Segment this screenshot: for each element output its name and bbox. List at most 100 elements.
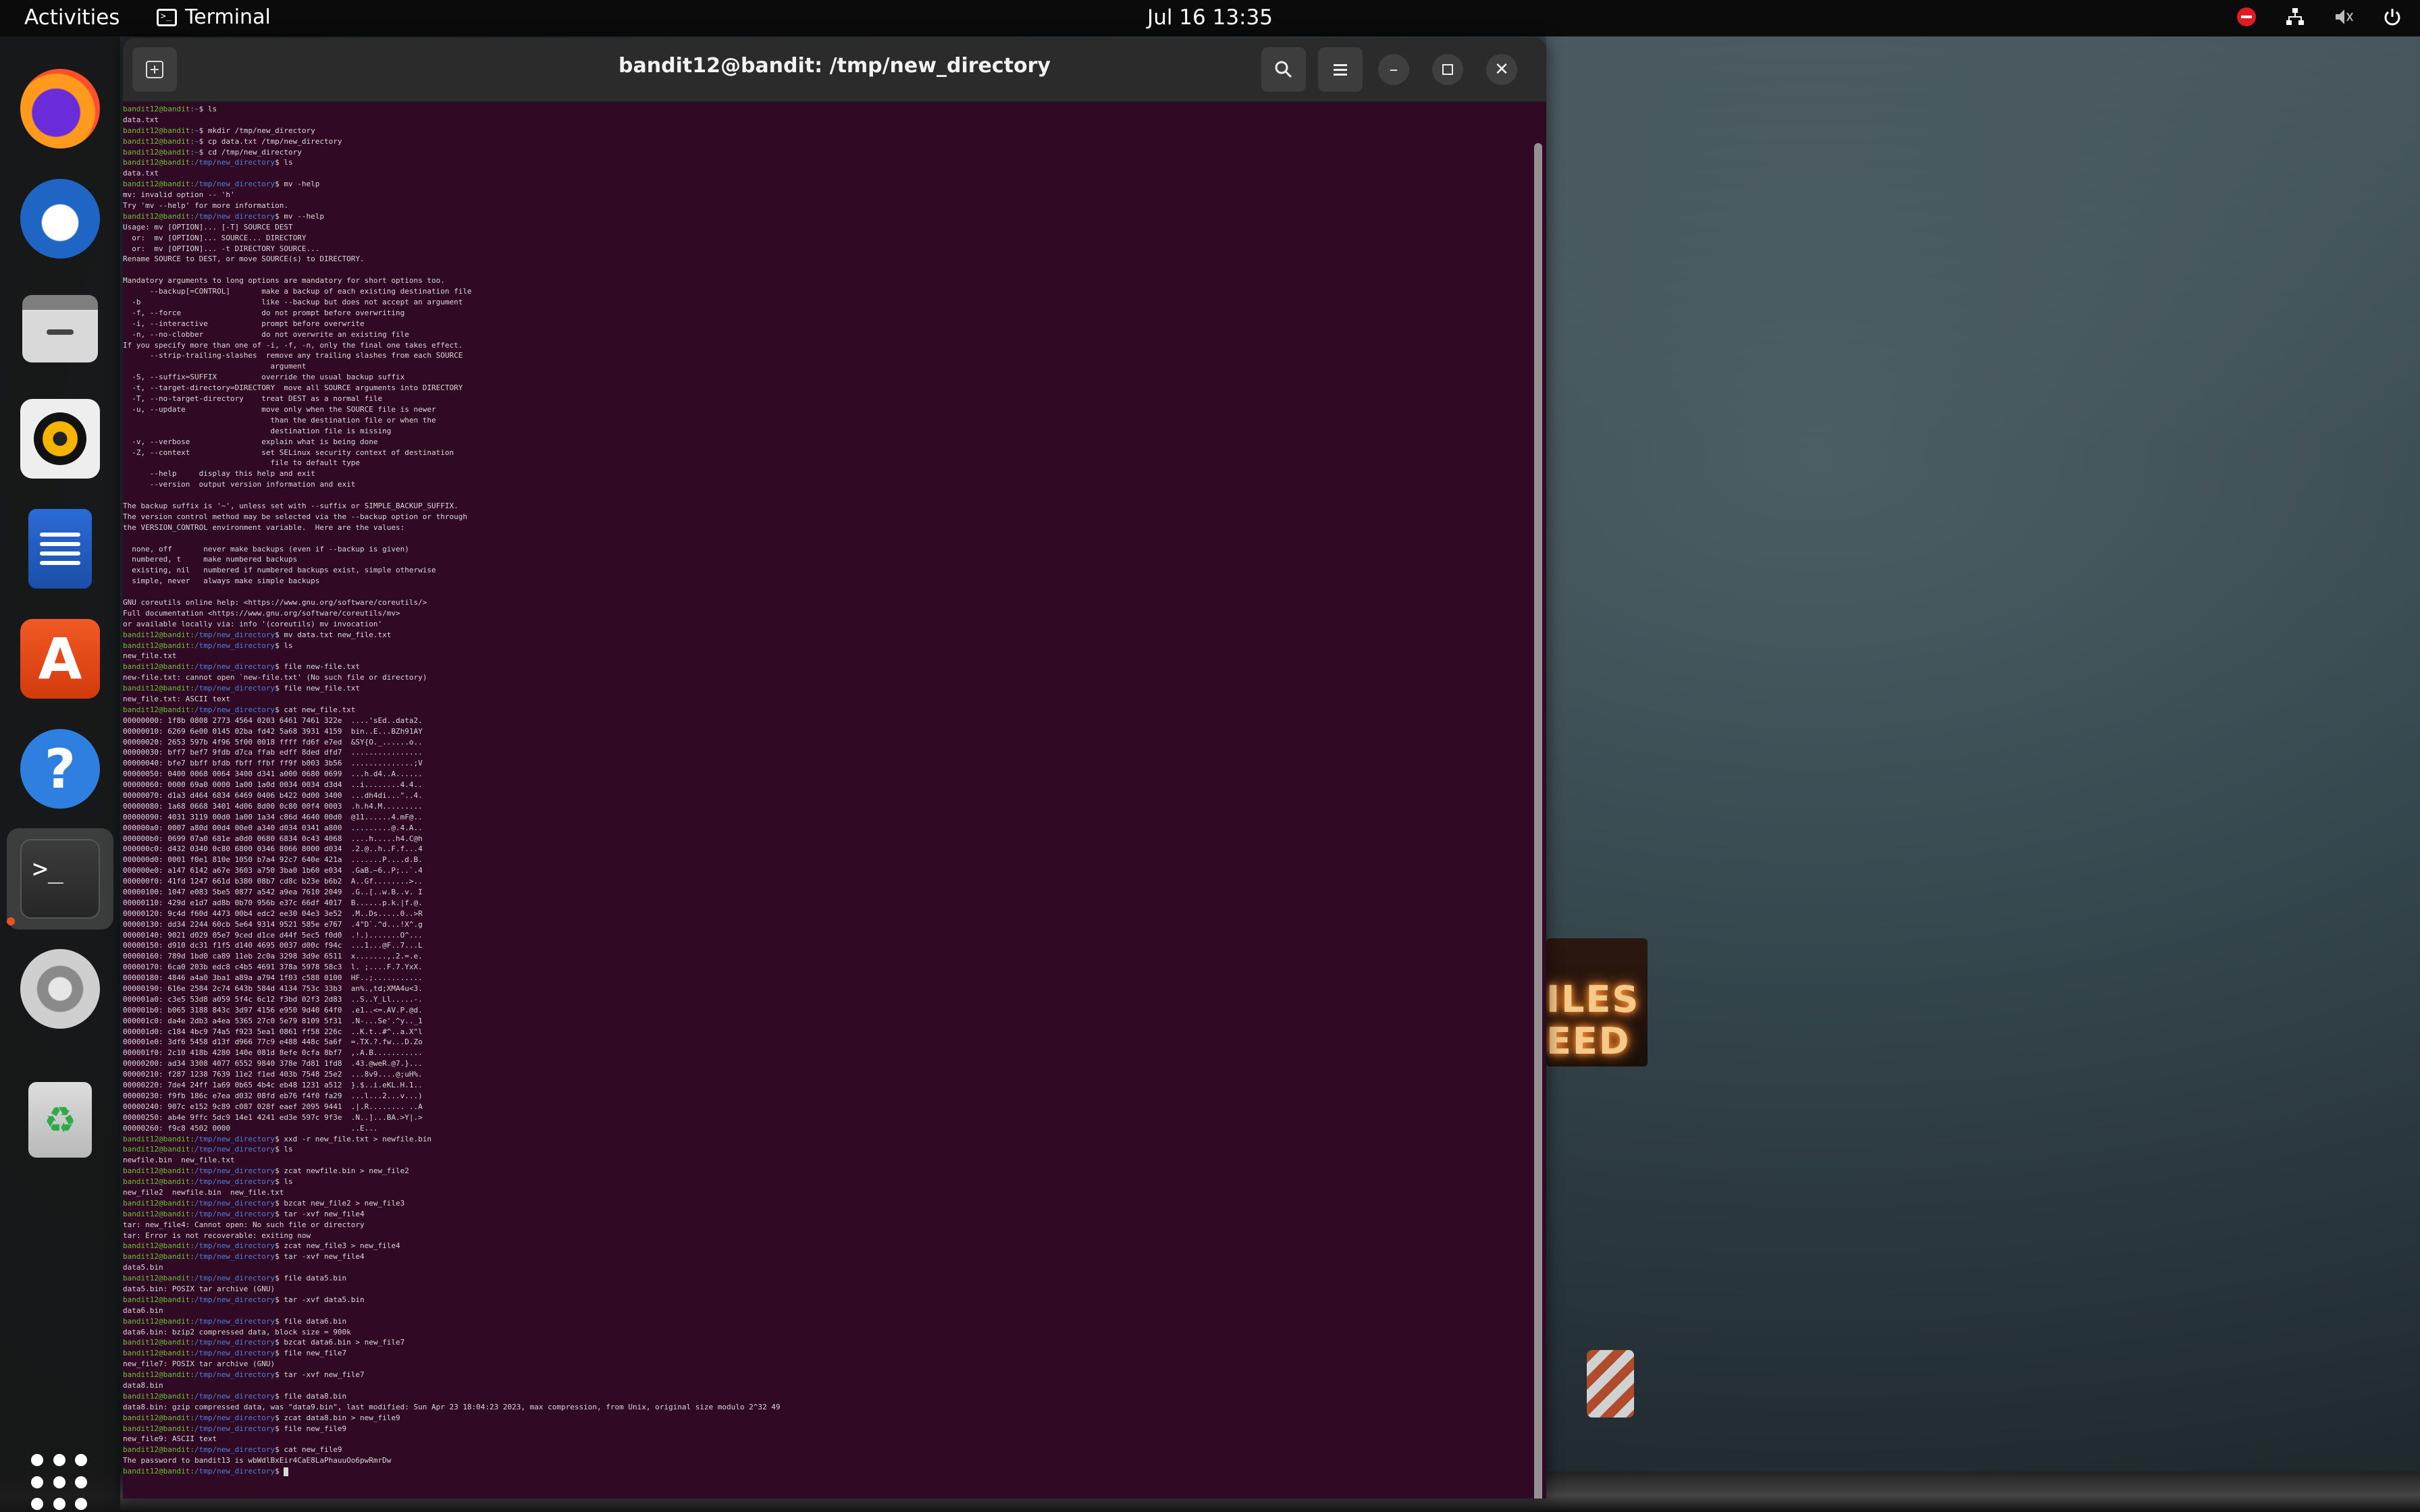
terminal-output-line: The password to bandit13 is wbWdlBxEir4C…: [123, 1456, 392, 1465]
command-text: $ mkdir /tmp/new_directory: [199, 126, 315, 135]
dock-settings[interactable]: [0, 938, 120, 1040]
command-text: $ tar -xvf new_file4: [275, 1252, 365, 1262]
terminal-output-line: data8.bin: [123, 1380, 163, 1390]
prompt-user: bandit12@bandit:: [123, 1209, 194, 1218]
window-header[interactable]: bandit12@bandit: /tmp/new_directory – ✕: [123, 38, 1546, 103]
command-text: $ mv -help: [275, 180, 320, 189]
prompt-path: /tmp/new_directory: [194, 1349, 275, 1358]
minimize-button[interactable]: –: [1378, 54, 1409, 85]
prompt-path: /tmp/new_directory: [194, 211, 275, 221]
search-button[interactable]: [1261, 47, 1306, 92]
terminal-command-line: bandit12@bandit:/tmp/new_directory$ bzca…: [123, 1337, 1535, 1348]
terminal-command-line: bandit12@bandit:/tmp/new_directory$ ls: [123, 1144, 1535, 1155]
prompt-path: ~: [194, 136, 199, 146]
do-not-disturb-icon[interactable]: [2235, 5, 2258, 28]
terminal-output-line: 00000010: 6269 6e00 0145 02ba fd42 5a68 …: [123, 726, 423, 736]
volume-muted-icon[interactable]: [2332, 5, 2355, 28]
terminal-output-line: 00000240: 907c e152 9c89 c087 028f eaef …: [123, 1102, 423, 1111]
command-text: $ cat new_file.txt: [275, 705, 356, 714]
prompt-user: bandit12@bandit:: [123, 1145, 194, 1154]
command-text: $ file data6.bin: [275, 1316, 347, 1326]
dock-files[interactable]: [0, 278, 120, 379]
terminal-output-line: 000000c0: d432 0340 0c80 6800 0346 8066 …: [123, 844, 423, 854]
prompt-user: bandit12@bandit:: [123, 1391, 194, 1401]
prompt-user: bandit12@bandit:: [123, 136, 194, 146]
system-tray[interactable]: [2235, 5, 2404, 28]
show-apps-icon[interactable]: [31, 1454, 89, 1512]
menu-button[interactable]: [1318, 47, 1363, 92]
prompt-path: /tmp/new_directory: [194, 158, 275, 167]
terminal-output[interactable]: bandit12@bandit:~$ ls data.txt bandit12@ba…: [123, 101, 1535, 1498]
maximize-button[interactable]: [1432, 54, 1463, 85]
prompt-user: bandit12@bandit:: [123, 1316, 194, 1326]
command-text: $: [275, 1467, 284, 1476]
prompt-user: bandit12@bandit:: [123, 158, 194, 167]
terminal-output-line: 00000140: 9021 d029 05e7 9ced d1ce d44f …: [123, 930, 423, 940]
terminal-output-line: If you specify more than one of -i, -f, …: [123, 340, 463, 350]
terminal-output-line: 00000080: 1a68 0668 3401 4d06 8d00 0c80 …: [123, 801, 423, 811]
dock-trash[interactable]: ♻: [0, 1069, 120, 1170]
maximize-icon: [1442, 64, 1453, 75]
terminal-output-line: data8.bin: gzip compressed data, was "da…: [123, 1402, 781, 1411]
dock-thunderbird[interactable]: [0, 168, 120, 269]
prompt-user: bandit12@bandit:: [123, 1424, 194, 1433]
command-text: $ bzcat data6.bin > new_file7: [275, 1338, 405, 1347]
prompt-path: /tmp/new_directory: [194, 1166, 275, 1176]
terminal-output-line: 00000020: 2653 597b 4f96 5f00 0018 ffff …: [123, 737, 423, 747]
terminal-output-line: 000000a0: 0007 a80d 00d4 00e0 a340 d034 …: [123, 823, 423, 832]
terminal-command-line: bandit12@bandit:/tmp/new_directory$ cat …: [123, 705, 1535, 716]
dock-app-center[interactable]: A: [0, 608, 120, 709]
terminal-output-line: new_file9: ASCII text: [123, 1434, 217, 1444]
prompt-path: /tmp/new_directory: [194, 1241, 275, 1251]
terminal-command-line: bandit12@bandit:~$ mkdir /tmp/new_direct…: [123, 126, 1535, 136]
command-text: $ file new_file7: [275, 1349, 347, 1358]
dock-rhythmbox[interactable]: [0, 388, 120, 489]
prompt-user: bandit12@bandit:: [123, 705, 194, 714]
terminal-command-line: bandit12@bandit:/tmp/new_directory$ zcat…: [123, 1166, 1535, 1177]
clock[interactable]: Jul 16 13:35: [0, 5, 2420, 30]
terminal-output-line: or available locally via: info '(coreuti…: [123, 619, 383, 628]
terminal-output-line: -v, --verbose explain what is being done: [123, 437, 378, 446]
dock-help[interactable]: ?: [0, 718, 120, 819]
terminal-output-line: --strip-trailing-slashes remove any trai…: [123, 351, 463, 360]
power-icon[interactable]: [2381, 5, 2404, 28]
terminal-command-line: bandit12@bandit:/tmp/new_directory$ tar …: [123, 1209, 1535, 1220]
prompt-path: /tmp/new_directory: [194, 1252, 275, 1262]
terminal-output-line: 00000200: ad34 3308 4077 6552 9840 378e …: [123, 1059, 423, 1069]
terminal-command-line: bandit12@bandit:/tmp/new_directory$ mv -…: [123, 179, 1535, 190]
prompt-user: bandit12@bandit:: [123, 1241, 194, 1251]
terminal-output-line: 000001e0: 3df6 5458 d13f d966 77c9 e488 …: [123, 1037, 423, 1047]
prompt-path: /tmp/new_directory: [194, 1145, 275, 1154]
rhythmbox-icon: [20, 399, 100, 479]
close-button[interactable]: ✕: [1486, 54, 1517, 85]
command-text: $ xxd -r new_file.txt > newfile.bin: [275, 1134, 431, 1143]
prompt-user: bandit12@bandit:: [123, 1166, 194, 1176]
terminal-output-line: 00000050: 0400 0068 0064 3400 d341 a000 …: [123, 770, 423, 779]
terminal-output-line: none, off never make backups (even if --…: [123, 544, 409, 554]
close-icon: ✕: [1494, 59, 1509, 80]
terminal-output-line: file to default type: [123, 458, 360, 468]
terminal-command-line: bandit12@bandit:/tmp/new_directory$ file…: [123, 1273, 1535, 1284]
dock-writer[interactable]: [0, 498, 120, 599]
prompt-user: bandit12@bandit:: [123, 662, 194, 672]
dock-firefox[interactable]: [0, 58, 120, 159]
dock-terminal[interactable]: >_: [7, 828, 113, 929]
terminal-command-line: bandit12@bandit:/tmp/new_directory$ bzca…: [123, 1198, 1535, 1209]
terminal-command-line: bandit12@bandit:/tmp/new_directory$ file…: [123, 1348, 1535, 1359]
terminal-output-line: 00000040: bfe7 bbff bfdb fbff ffbf ff9f …: [123, 759, 423, 768]
terminal-output-line: 00000190: 616e 2584 2c74 643b 584d 4134 …: [123, 984, 423, 994]
terminal-output-line: data5.bin: POSIX tar archive (GNU): [123, 1284, 275, 1293]
prompt-path: /tmp/new_directory: [194, 1467, 275, 1476]
scrollbar[interactable]: [1534, 143, 1542, 1498]
prompt-path: /tmp/new_directory: [194, 1198, 275, 1208]
terminal-output-line: -S, --suffix=SUFFIX override the usual b…: [123, 373, 405, 382]
terminal-output-line: new_file7: POSIX tar archive (GNU): [123, 1359, 275, 1369]
prompt-user: bandit12@bandit:: [123, 1274, 194, 1283]
terminal-output-line: data.txt: [123, 115, 159, 124]
prompt-path: ~: [194, 147, 199, 157]
network-icon[interactable]: [2284, 5, 2307, 28]
terminal-output-line: tar: new_file4: Cannot open: No such fil…: [123, 1220, 365, 1229]
terminal-output-line: data6.bin: [123, 1305, 163, 1315]
